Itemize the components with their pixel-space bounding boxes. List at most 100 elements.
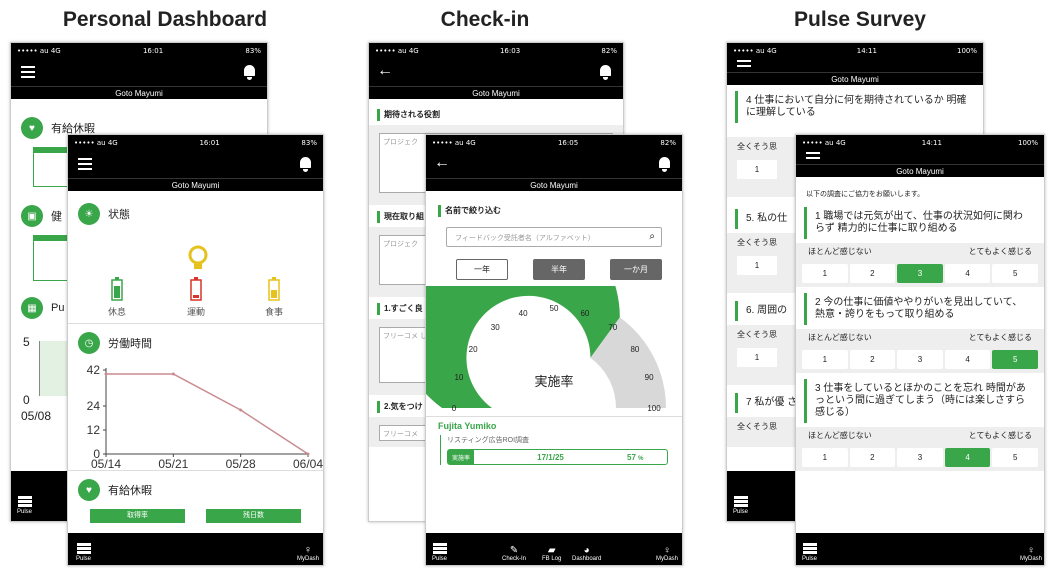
gauge-chart: 0 10 20 30 40 50 60 70 80 90 100 実施率 <box>426 286 666 413</box>
acquire-rate-button[interactable]: 取得率 <box>90 509 185 523</box>
scale-1[interactable]: 1 <box>737 160 777 179</box>
scale-option-1[interactable]: 1 <box>802 264 848 283</box>
gauge-tick-label: 70 <box>608 323 617 332</box>
footer-checkin[interactable]: ✎ Check-In <box>502 545 526 562</box>
scale-option-5[interactable]: 5 <box>992 448 1038 467</box>
scale-option-4[interactable]: 4 <box>944 264 991 283</box>
battery-green-icon <box>111 277 123 301</box>
gauge-tick-label: 90 <box>645 373 654 382</box>
question-text: 1 職場では元気が出て、仕事の状況如何に関わらず 精力的に仕事に取り組める <box>804 207 1038 239</box>
question-list: 1 職場では元気が出て、仕事の状況如何に関わらず 精力的に仕事に取り組めるほとん… <box>796 207 1044 471</box>
footer-pulse[interactable]: Pulse <box>802 543 817 562</box>
scale-low-label: ほとんど感じない <box>808 247 872 256</box>
remaining-days-button[interactable]: 残日数 <box>206 509 301 523</box>
project-block: リスティング広告ROI調査 実施率 17/1/25 57 % <box>440 435 668 465</box>
gauge-tick-label: 10 <box>454 373 463 382</box>
grid-icon <box>17 496 32 507</box>
scale-1[interactable]: 1 <box>737 256 777 275</box>
state-icons: 休息 運動 食事 <box>108 245 283 317</box>
footer-mydash[interactable]: ♀ MyDash <box>656 545 678 562</box>
calendar-icon: ▦ <box>21 297 43 319</box>
title-check-in: Check-in <box>440 8 530 31</box>
carrier: ••••• au 4G <box>375 46 419 55</box>
scale-option-3[interactable]: 3 <box>897 448 943 467</box>
time: 16:03 <box>499 46 521 55</box>
state-label-meal: 食事 <box>265 306 283 317</box>
scale-option-2[interactable]: 2 <box>849 448 896 467</box>
grid-icon <box>733 496 748 507</box>
back-arrow-icon[interactable]: ← <box>434 154 450 172</box>
bell-icon[interactable] <box>659 157 670 172</box>
time: 16:01 <box>142 46 164 55</box>
footer-pulse[interactable]: Pulse <box>17 496 32 515</box>
state-section-header: ☀ 状態 <box>68 195 323 233</box>
heart-icon: ♥ <box>21 117 43 139</box>
status-bar: ••••• au 4G 16:03 82% <box>369 43 623 58</box>
footer-fblog[interactable]: ▰ FB Log <box>542 545 561 562</box>
hours-line <box>106 373 309 455</box>
bell-icon[interactable] <box>300 157 311 172</box>
gauge-tick-label: 30 <box>491 323 500 332</box>
gauge-label: 実施率 <box>534 374 573 389</box>
menu-icon[interactable] <box>737 60 751 70</box>
battery: 100% <box>1017 138 1038 147</box>
back-arrow-icon[interactable]: ← <box>377 62 393 80</box>
nav-bar <box>11 58 267 86</box>
period-year-button[interactable]: 一年 <box>456 259 508 280</box>
scale-labels: ほとんど感じない とてもよく感じる <box>796 427 1044 444</box>
scale-option-3[interactable]: 3 <box>897 350 943 369</box>
carrier: ••••• au 4G <box>733 46 777 55</box>
nav-bar: ← <box>369 58 623 86</box>
scale-option-1[interactable]: 1 <box>802 448 848 467</box>
footer-mydash[interactable]: ♀ MyDash <box>1020 545 1042 562</box>
state-label: 状態 <box>108 209 130 221</box>
hours-point <box>171 372 175 376</box>
footer-mydash[interactable]: ♀ MyDash <box>297 544 319 562</box>
search-input[interactable]: フィードバック受託者名（アルファベット） ⌕ <box>446 227 662 247</box>
health-label: 健 <box>51 211 62 223</box>
search-placeholder: フィードバック受託者名（アルファベット） <box>455 235 595 242</box>
bell-icon[interactable] <box>244 65 255 80</box>
menu-icon[interactable] <box>21 66 35 81</box>
scale-option-2[interactable]: 2 <box>849 350 896 369</box>
footer-dashboard[interactable]: ◕ Dashboard <box>572 545 601 562</box>
x-tick-label: 05/21 <box>158 457 188 470</box>
heart-icon: ♥ <box>78 479 100 501</box>
y-tick-0: 0 <box>23 393 30 407</box>
scale-option-2[interactable]: 2 <box>849 264 896 283</box>
bulb-icon: ♀ <box>663 545 671 556</box>
scale-option-1[interactable]: 1 <box>802 350 848 369</box>
title-pulse-survey: Pulse Survey <box>794 8 926 31</box>
bulb-icon: ♀ <box>303 544 313 556</box>
bell-icon[interactable] <box>600 65 611 80</box>
scale-option-3[interactable]: 3 <box>897 264 943 283</box>
footer-pulse[interactable]: Pulse <box>76 543 91 562</box>
menu-icon[interactable] <box>78 158 92 173</box>
gauge-tick-label: 60 <box>580 309 589 318</box>
gauge-tick-label: 50 <box>550 304 559 313</box>
search-icon[interactable]: ⌕ <box>649 231 655 242</box>
period-month-button[interactable]: 一か月 <box>610 259 662 280</box>
scale-1[interactable]: 1 <box>737 348 777 367</box>
scale-option-4[interactable]: 4 <box>944 448 991 467</box>
state-label-exercise: 運動 <box>187 307 205 317</box>
period-half-button[interactable]: 半年 <box>533 259 585 280</box>
menu-icon[interactable] <box>806 152 820 162</box>
nav-bar <box>796 150 1044 164</box>
footer-pulse[interactable]: Pulse <box>432 543 447 562</box>
answer-scale: 12345 <box>796 346 1044 373</box>
leave-buttons: 取得率 残日数 <box>68 509 323 523</box>
user-name: Goto Mayumi <box>11 86 267 99</box>
y-tick-label: 12 <box>87 423 101 437</box>
scale-option-5[interactable]: 5 <box>992 350 1038 369</box>
scale-option-5[interactable]: 5 <box>992 264 1038 283</box>
carrier: ••••• au 4G <box>432 138 476 147</box>
answer-scale: 12345 <box>796 444 1044 471</box>
grid-icon <box>802 543 817 554</box>
scale-option-4[interactable]: 4 <box>944 350 991 369</box>
footer-pulse[interactable]: Pulse <box>733 496 748 515</box>
pulse-phone: ••••• au 4G 14:11 100% Goto Mayumi 以下の調査にご… <box>795 134 1045 566</box>
project-row[interactable]: 実施率 17/1/25 57 % <box>447 449 668 465</box>
state-label-rest: 休息 <box>108 306 126 317</box>
battery: 82% <box>601 46 617 55</box>
